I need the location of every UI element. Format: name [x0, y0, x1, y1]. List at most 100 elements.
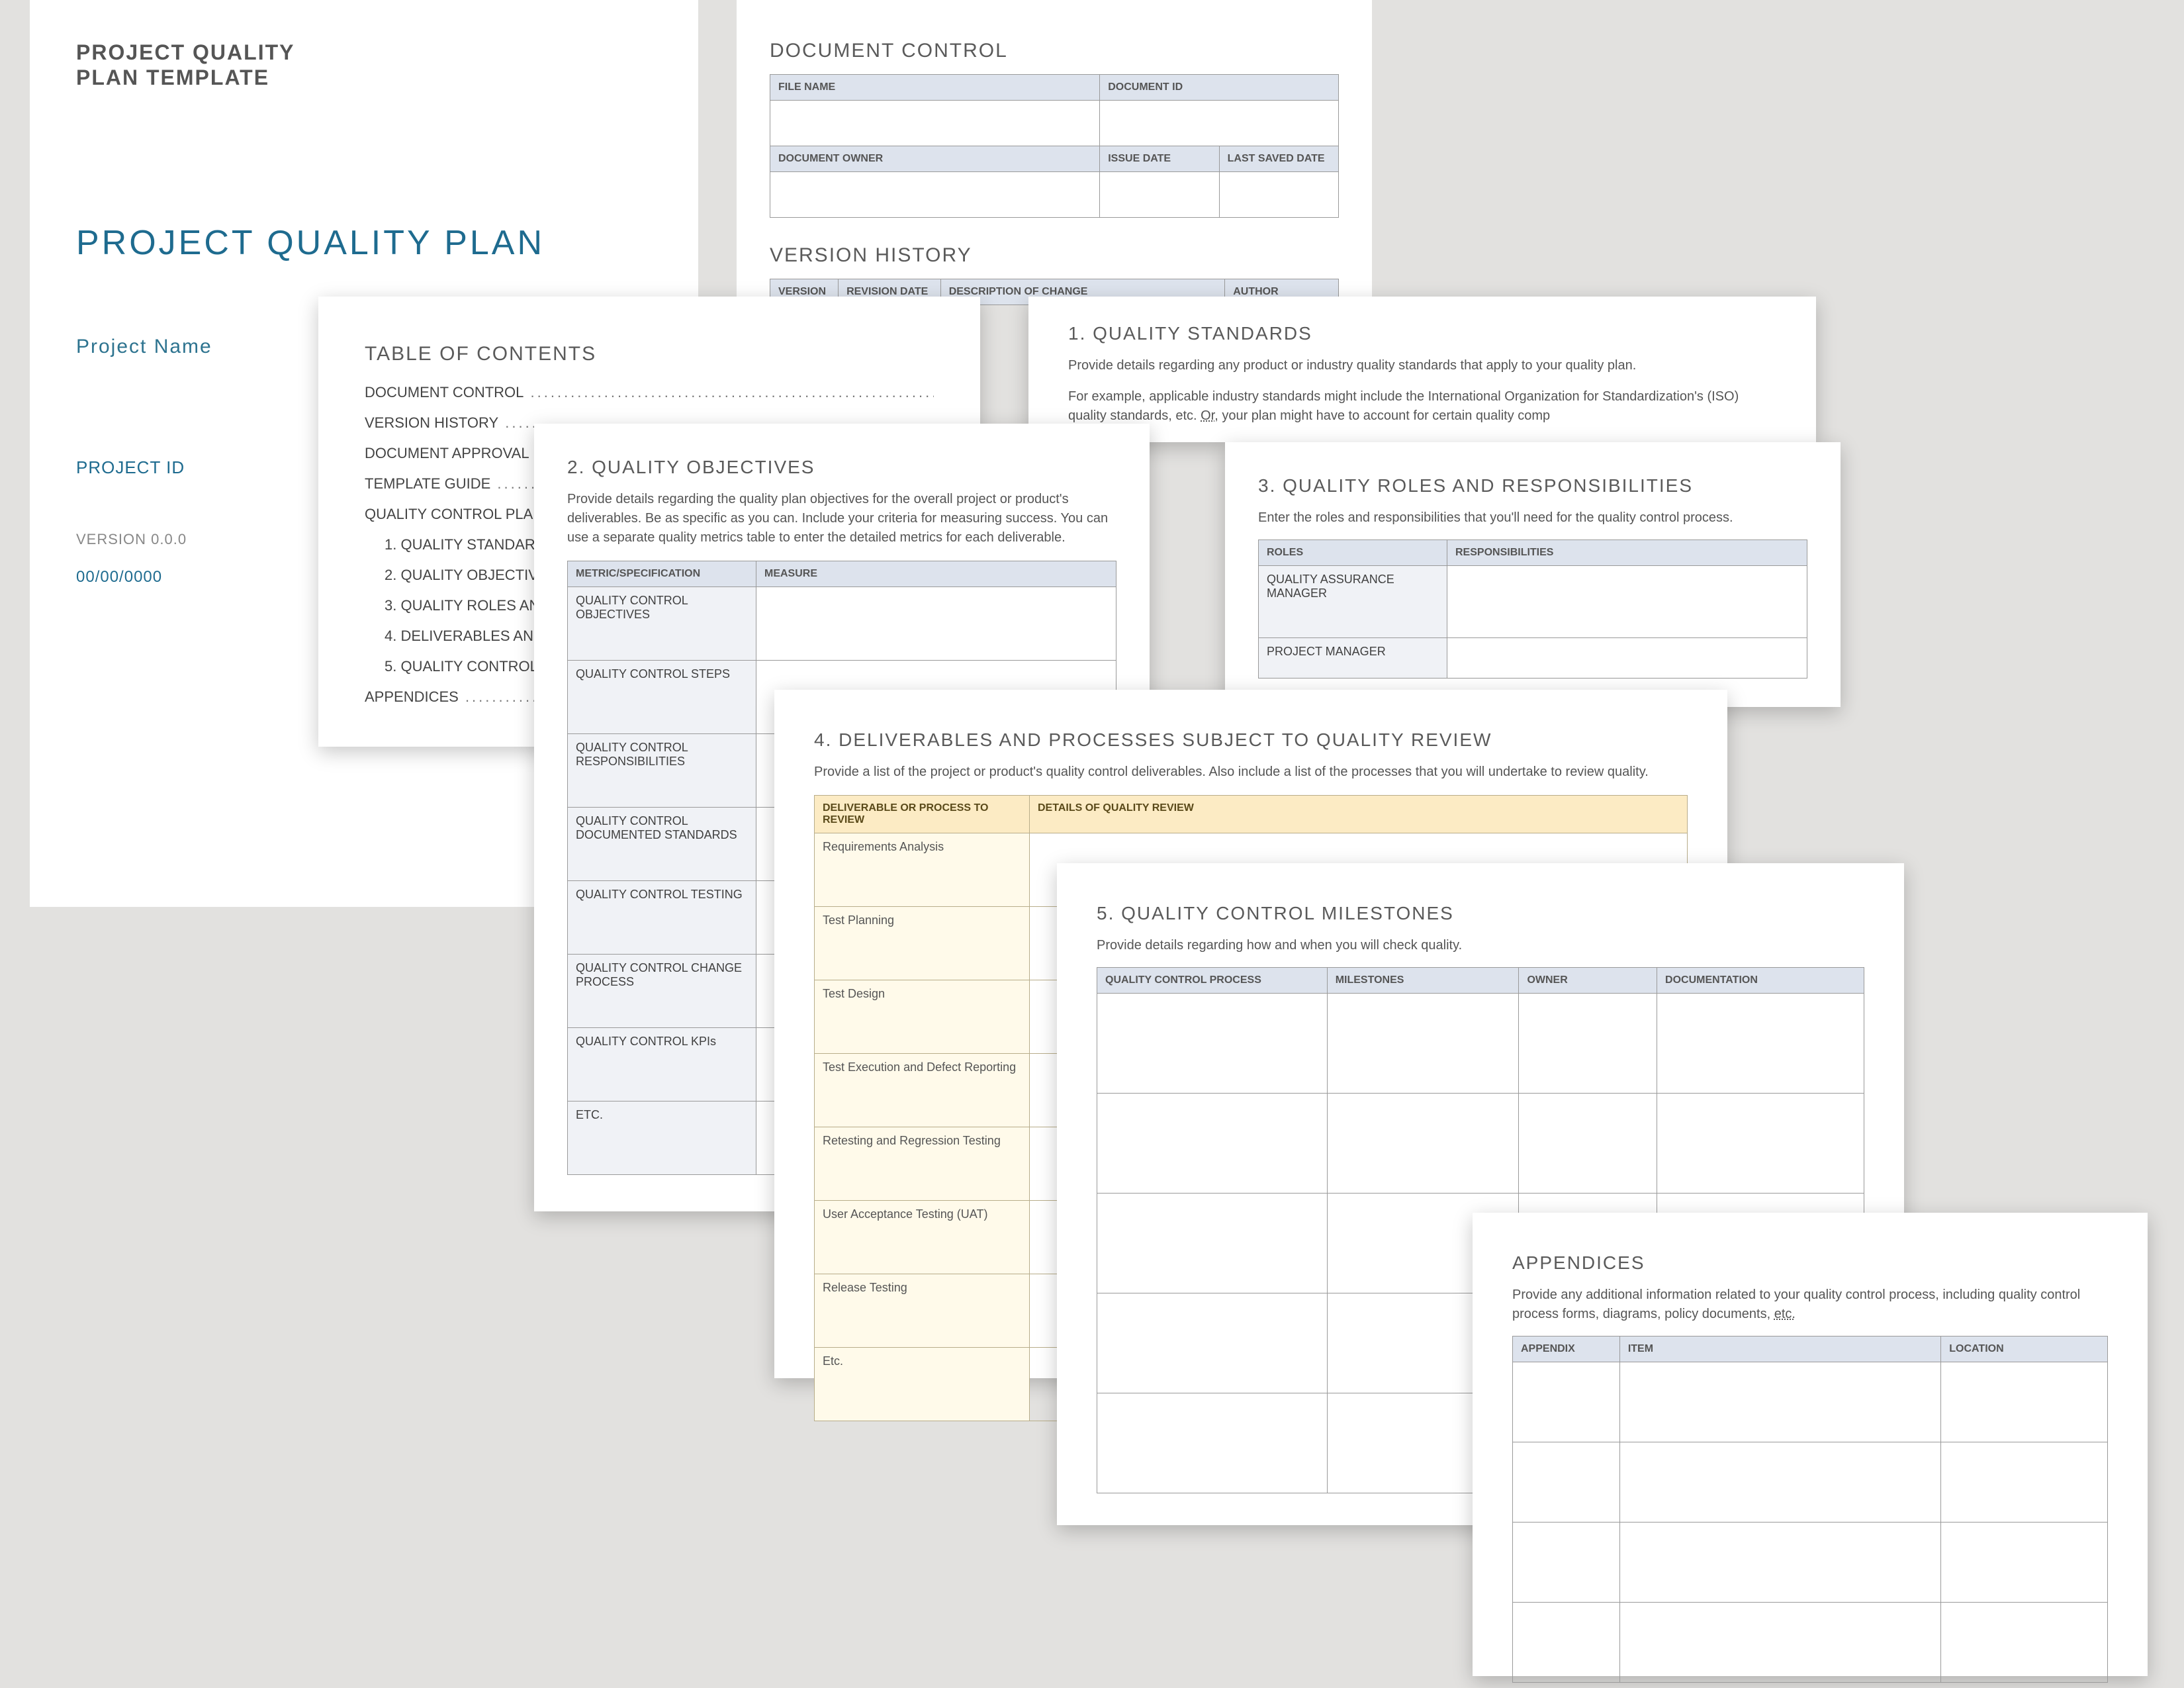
th-item: ITEM [1619, 1336, 1940, 1362]
td-blank [1100, 101, 1339, 146]
deliverable-row: Etc. [815, 1348, 1030, 1421]
sec1-p2c: your plan might have to account for cert… [1218, 408, 1550, 423]
td-blank [1100, 172, 1219, 218]
td-blank [1657, 994, 1864, 1094]
th-location: LOCATION [1941, 1336, 2108, 1362]
metric-label: QUALITY CONTROL DOCUMENTED STANDARDS [568, 808, 756, 881]
toc-text: VERSION HISTORY [365, 414, 498, 431]
sec1-heading: 1. QUALITY STANDARDS [1068, 323, 1776, 344]
td-blank [770, 172, 1100, 218]
td-blank [1097, 1194, 1328, 1293]
th-qc-process: QUALITY CONTROL PROCESS [1097, 968, 1328, 994]
document-control-heading: DOCUMENT CONTROL [770, 40, 1339, 62]
sec4-heading: 4. DELIVERABLES AND PROCESSES SUBJECT TO… [814, 729, 1688, 751]
td-blank [756, 587, 1116, 661]
appendices-table: APPENDIX ITEM LOCATION [1512, 1336, 2108, 1683]
toc-heading: TABLE OF CONTENTS [365, 343, 934, 365]
toc-text: 1. QUALITY STANDARDS [385, 536, 555, 553]
quality-standards-page: 1. QUALITY STANDARDS Provide details reg… [1028, 297, 1816, 442]
td-blank [1447, 566, 1807, 638]
sec3-p1: Enter the roles and responsibilities tha… [1258, 508, 1807, 528]
metric-label: QUALITY CONTROL OBJECTIVES [568, 587, 756, 661]
appendices-p1a: Provide any additional information relat… [1512, 1288, 2080, 1321]
metric-label: QUALITY CONTROL RESPONSIBILITIES [568, 734, 756, 808]
quality-roles-page: 3. QUALITY ROLES AND RESPONSIBILITIES En… [1225, 442, 1841, 707]
metric-label: ETC. [568, 1102, 756, 1175]
appendices-heading: APPENDICES [1512, 1252, 2108, 1274]
toc-item: DOCUMENT CONTROL .......................… [365, 377, 934, 408]
version-history-heading: VERSION HISTORY [770, 244, 1339, 267]
th-details: DETAILS OF QUALITY REVIEW [1030, 796, 1688, 833]
td-blank [1447, 638, 1807, 679]
role-label: PROJECT MANAGER [1259, 638, 1447, 679]
th-responsibilities: RESPONSIBILITIES [1447, 540, 1807, 566]
td-blank [1519, 994, 1657, 1094]
toc-text: 3. QUALITY ROLES AND [385, 597, 550, 614]
th-owner: OWNER [1519, 968, 1657, 994]
appendices-page: APPENDICES Provide any additional inform… [1473, 1213, 2148, 1676]
deliverable-row: Retesting and Regression Testing [815, 1127, 1030, 1201]
doc-title-line1: PROJECT QUALITY [76, 40, 295, 64]
sec2-p1: Provide details regarding the quality pl… [567, 490, 1116, 547]
metric-label: QUALITY CONTROL TESTING [568, 881, 756, 955]
th-file-name: FILE NAME [770, 75, 1100, 101]
doc-title-line2: PLAN TEMPLATE [76, 66, 269, 89]
td-blank [1327, 994, 1519, 1094]
th-roles: ROLES [1259, 540, 1447, 566]
sec1-p2: For example, applicable industry standar… [1068, 387, 1776, 426]
metric-label: QUALITY CONTROL KPIs [568, 1028, 756, 1102]
th-documentation: DOCUMENTATION [1657, 968, 1864, 994]
toc-text: QUALITY CONTROL PLAN [365, 506, 543, 522]
sec3-heading: 3. QUALITY ROLES AND RESPONSIBILITIES [1258, 475, 1807, 496]
th-measure: MEASURE [756, 561, 1116, 587]
td-blank [1941, 1603, 2108, 1683]
td-blank [1941, 1362, 2108, 1442]
td-blank [1619, 1362, 1940, 1442]
td-blank [1513, 1362, 1620, 1442]
td-blank [770, 101, 1100, 146]
td-blank [1327, 1094, 1519, 1194]
th-appendix: APPENDIX [1513, 1336, 1620, 1362]
toc-text: 2. QUALITY OBJECTIVES [385, 567, 557, 583]
deliverable-row: User Acceptance Testing (UAT) [815, 1201, 1030, 1274]
sec2-heading: 2. QUALITY OBJECTIVES [567, 457, 1116, 478]
deliverable-row: Release Testing [815, 1274, 1030, 1348]
role-label: QUALITY ASSURANCE MANAGER [1259, 566, 1447, 638]
appendices-p1: Provide any additional information relat… [1512, 1286, 2108, 1324]
th-last-saved: LAST SAVED DATE [1219, 146, 1338, 172]
td-blank [1619, 1603, 1940, 1683]
td-blank [1941, 1442, 2108, 1523]
document-control-page: DOCUMENT CONTROL FILE NAME DOCUMENT ID D… [737, 0, 1372, 305]
toc-text: TEMPLATE GUIDE [365, 475, 490, 492]
toc-text: APPENDICES [365, 688, 459, 705]
th-doc-owner: DOCUMENT OWNER [770, 146, 1100, 172]
main-heading: PROJECT QUALITY PLAN [76, 223, 652, 263]
doc-title: PROJECT QUALITY PLAN TEMPLATE [76, 40, 652, 91]
th-doc-id: DOCUMENT ID [1100, 75, 1339, 101]
toc-text: 5. QUALITY CONTROL [385, 658, 538, 675]
td-blank [1513, 1603, 1620, 1683]
td-blank [1619, 1442, 1940, 1523]
th-issue-date: ISSUE DATE [1100, 146, 1219, 172]
th-metric: METRIC/SPECIFICATION [568, 561, 756, 587]
deliverable-row: Test Design [815, 980, 1030, 1054]
td-blank [1941, 1523, 2108, 1603]
td-blank [1097, 994, 1328, 1094]
td-blank [1097, 1094, 1328, 1194]
th-deliverable: DELIVERABLE OR PROCESS TO REVIEW [815, 796, 1030, 833]
td-blank [1619, 1523, 1940, 1603]
td-blank [1519, 1094, 1657, 1194]
sec5-p1: Provide details regarding how and when y… [1097, 936, 1864, 955]
sec5-heading: 5. QUALITY CONTROL MILESTONES [1097, 903, 1864, 924]
toc-dots: ........................................… [523, 384, 934, 400]
td-blank [1097, 1393, 1328, 1493]
sec1-p1: Provide details regarding any product or… [1068, 356, 1776, 375]
sec1-p2b: Or, [1201, 408, 1218, 423]
document-control-table: FILE NAME DOCUMENT ID DOCUMENT OWNER ISS… [770, 74, 1339, 218]
td-blank [1219, 172, 1338, 218]
deliverable-row: Requirements Analysis [815, 833, 1030, 907]
metric-label: QUALITY CONTROL CHANGE PROCESS [568, 955, 756, 1028]
deliverable-row: Test Planning [815, 907, 1030, 980]
toc-text: DOCUMENT APPROVAL [365, 445, 529, 461]
roles-table: ROLES RESPONSIBILITIES QUALITY ASSURANCE… [1258, 539, 1807, 679]
